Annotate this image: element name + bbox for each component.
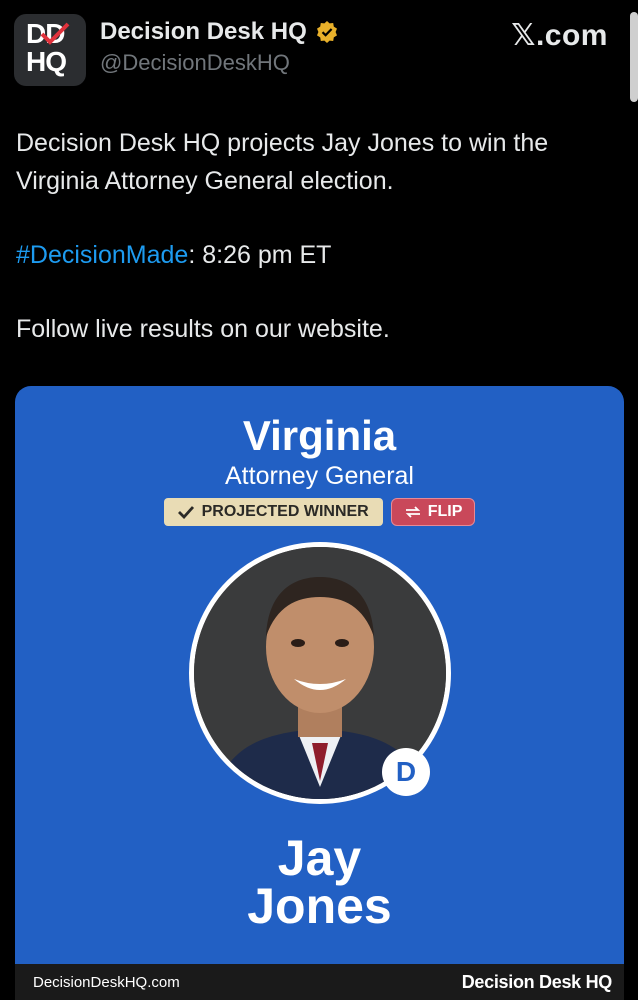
footer-url[interactable]: DecisionDeskHQ.com	[33, 974, 180, 991]
flip-badge-label: FLIP	[427, 503, 463, 520]
profile-avatar[interactable]: DD HQ	[14, 14, 86, 86]
tweet-paragraph-follow: Follow live results on our website.	[16, 315, 390, 343]
x-logo[interactable]: 𝕏.com	[511, 18, 608, 53]
projected-winner-badge: PROJECTED WINNER	[163, 498, 383, 526]
account-name-row: Decision Desk HQ	[100, 18, 339, 46]
avatar-text-bottom: HQ	[26, 46, 67, 77]
decision-time: : 8:26 pm ET	[188, 241, 332, 269]
party-badge: D	[382, 748, 430, 796]
flip-badge: FLIP	[390, 498, 476, 526]
tweet-paragraph: Decision Desk HQ projects Jay Jones to w…	[16, 129, 549, 195]
tweet-text: Decision Desk HQ projects Jay Jones to w…	[16, 124, 616, 384]
tweet-paragraph-time: #DecisionMade: 8:26 pm ET	[16, 236, 616, 274]
swap-arrows-icon	[405, 506, 420, 518]
tweet-header: DD HQ Decision Desk HQ @DecisionDeskHQ 𝕏…	[14, 12, 624, 88]
account-handle[interactable]: @DecisionDeskHQ	[100, 50, 290, 76]
card-state: Virginia	[242, 412, 397, 459]
card-office: Attorney General	[225, 462, 414, 490]
badge-row: PROJECTED WINNER FLIP	[15, 498, 624, 526]
scrollbar[interactable]	[630, 12, 638, 102]
candidate-name: Jay Jones	[15, 830, 624, 934]
media-card[interactable]: Virginia Attorney General PROJECTED WINN…	[15, 386, 624, 1000]
check-icon	[177, 506, 194, 519]
card-footer: DecisionDeskHQ.com Decision Desk HQ	[15, 964, 624, 1000]
winner-badge-label: PROJECTED WINNER	[201, 503, 369, 520]
check-mark-icon	[40, 22, 70, 45]
account-name[interactable]: Decision Desk HQ	[100, 18, 307, 46]
hashtag-link[interactable]: #DecisionMade	[16, 241, 188, 269]
candidate-last-name: Jones	[247, 878, 392, 934]
candidate-first-name: Jay	[277, 830, 362, 886]
verified-icon	[316, 21, 337, 43]
footer-brand-logo: Decision Desk HQ	[461, 971, 613, 992]
